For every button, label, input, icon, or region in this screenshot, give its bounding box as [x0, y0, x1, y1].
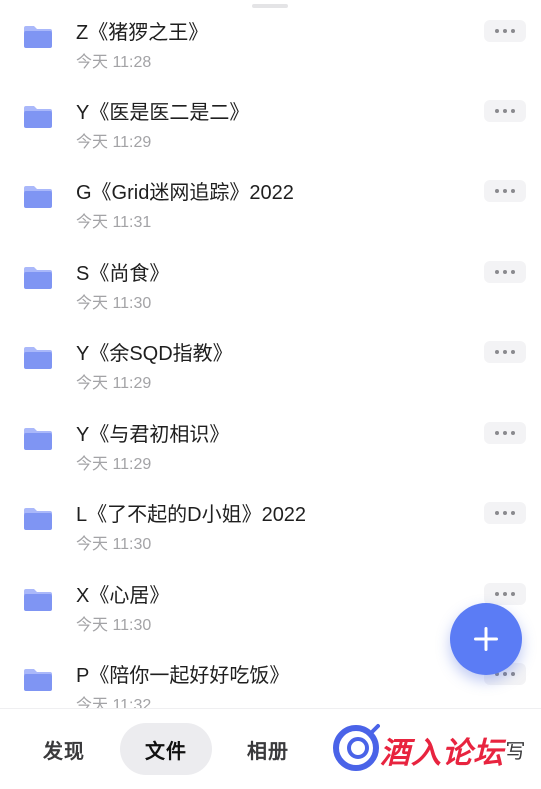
list-item[interactable]: Y《医是医二是二》 今天 11:29 — [0, 80, 541, 160]
watermark-text: 酒入论坛 — [380, 737, 504, 770]
watermark: 酒入论坛 — [332, 718, 532, 778]
folder-icon — [24, 26, 52, 48]
more-icon[interactable] — [484, 341, 526, 363]
folder-icon — [24, 186, 52, 208]
more-icon[interactable] — [484, 422, 526, 444]
more-icon[interactable] — [484, 100, 526, 122]
file-name: L《了不起的D小姐》2022 — [76, 504, 307, 526]
file-name: X《心居》 — [76, 585, 170, 607]
list-item[interactable]: L《了不起的D小姐》2022 今天 11:30 — [0, 482, 541, 562]
file-time: 今天 11:31 — [76, 214, 152, 231]
file-time: 今天 11:29 — [76, 134, 152, 151]
more-icon[interactable] — [484, 261, 526, 283]
list-item[interactable]: Y《与君初相识》 今天 11:29 — [0, 402, 541, 482]
plus-icon — [474, 627, 498, 651]
list-item[interactable]: Z《猪猡之王》 今天 11:28 — [0, 0, 541, 80]
folder-icon — [24, 669, 52, 691]
more-icon[interactable] — [484, 502, 526, 524]
folder-icon — [24, 428, 52, 450]
folder-icon — [24, 508, 52, 530]
app-screen: Z《猪猡之王》 今天 11:28 Y《医是医二是二》 今天 11:29 G《Gr… — [0, 0, 541, 789]
folder-icon — [24, 347, 52, 369]
file-time: 今天 11:29 — [76, 456, 152, 473]
file-name: G《Grid迷网追踪》2022 — [76, 182, 294, 204]
file-name: S《尚食》 — [76, 263, 170, 285]
file-name: P《陪你一起好好吃饭》 — [76, 665, 290, 687]
more-icon[interactable] — [484, 20, 526, 42]
list-item[interactable]: G《Grid迷网追踪》2022 今天 11:31 — [0, 160, 541, 240]
more-icon[interactable] — [484, 180, 526, 202]
more-icon[interactable] — [484, 583, 526, 605]
file-time: 今天 11:28 — [76, 54, 152, 71]
file-name: Y《医是医二是二》 — [76, 102, 250, 124]
file-time: 今天 11:30 — [76, 295, 152, 312]
file-time: 今天 11:30 — [76, 536, 152, 553]
folder-icon — [24, 106, 52, 128]
file-time: 今天 11:30 — [76, 617, 152, 634]
file-time: 今天 11:29 — [76, 375, 152, 392]
list-item[interactable]: Y《余SQD指教》 今天 11:29 — [0, 321, 541, 401]
folder-icon — [24, 267, 52, 289]
watermark-logo-icon — [333, 724, 380, 771]
file-time: 今天 11:32 — [76, 697, 152, 708]
file-list: Z《猪猡之王》 今天 11:28 Y《医是医二是二》 今天 11:29 G《Gr… — [0, 0, 541, 708]
file-name: Y《与君初相识》 — [76, 424, 230, 446]
add-button[interactable] — [450, 603, 522, 675]
folder-icon — [24, 589, 52, 611]
tab-discover[interactable]: 发现 — [30, 723, 98, 775]
list-item[interactable]: S《尚食》 今天 11:30 — [0, 241, 541, 321]
tab-files[interactable]: 文件 — [120, 723, 212, 775]
file-name: Y《余SQD指教》 — [76, 343, 233, 365]
file-name: Z《猪猡之王》 — [76, 22, 209, 44]
tab-album[interactable]: 相册 — [234, 723, 302, 775]
